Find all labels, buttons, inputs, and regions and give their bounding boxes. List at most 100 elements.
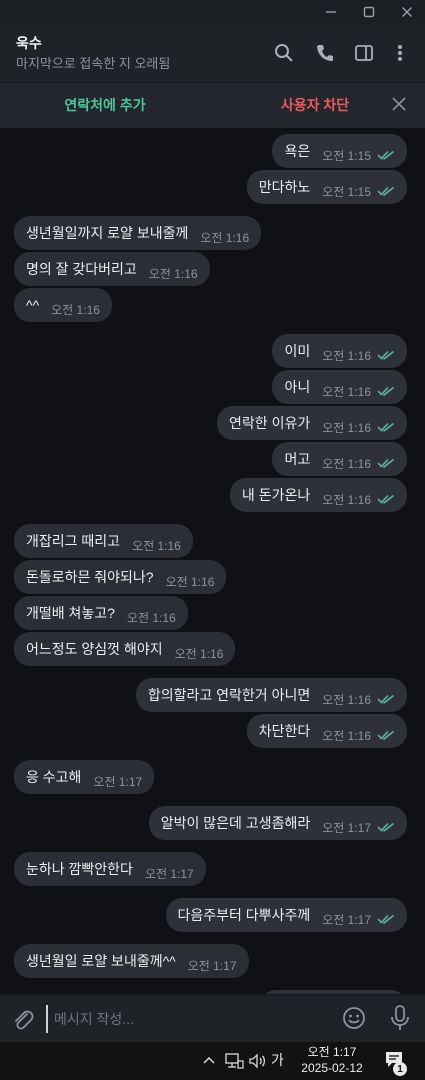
double-check-icon [377,822,395,832]
contact-action-bar: 연락처에 추가 사용자 차단 [0,82,425,128]
incoming-message-bubble[interactable]: 응 수고해 오전 1:17 [14,760,155,794]
notification-badge: 1 [393,1062,407,1076]
ime-indicator[interactable]: 가 [271,1050,284,1070]
outgoing-message-bubble[interactable]: 욕은 오전 1:15 [272,134,407,168]
message-text: 돈돌로하믄 줘야되나? [26,569,154,585]
message-list[interactable]: 욕은 오전 1:15 만다하노 오전 1:15 생년월일까지 로얄 보내줄께 오전 1:1… [0,128,425,1024]
incoming-message-bubble[interactable]: 개잡리그 때리고 오전 1:16 [14,524,193,558]
message-time: 오전 1:17 [93,774,143,789]
outgoing-message-bubble[interactable]: 연락한 이유가 오전 1:16 [217,406,407,440]
outgoing-message-bubble[interactable]: 차단한다 오전 1:16 [246,714,407,748]
message-time: 오전 1:16 [148,266,198,281]
message-input[interactable] [46,1005,326,1033]
outgoing-message-bubble[interactable]: 내 돈가온나 오전 1:16 [229,478,407,512]
clock-date[interactable]: 2025-02-12 [290,1061,374,1075]
message-text: 머고 [284,451,311,467]
message-time: 오전 1:16 [322,692,371,707]
add-contact-button[interactable]: 연락처에 추가 [0,95,210,115]
message-text: 아니 [284,379,311,395]
message-time: 오전 1:16 [126,610,176,625]
double-check-icon [377,458,395,468]
outgoing-message-bubble[interactable]: 만다하노 오전 1:15 [246,170,407,204]
incoming-message-bubble[interactable]: ^^ 오전 1:16 [14,288,112,322]
message-text: 연락한 이유가 [229,415,311,431]
emoji-icon[interactable] [341,1005,369,1033]
chevron-up-icon[interactable] [200,1052,218,1070]
maximize-icon[interactable] [352,0,386,24]
message-text: 눈하나 깜빡안한다 [26,861,133,877]
message-time: 오전 1:17 [322,912,371,927]
message-text: 차단한다 [258,723,311,739]
message-text: 응 수고해 [26,769,82,785]
double-check-icon [377,350,395,360]
close-icon[interactable] [388,93,410,115]
outgoing-message-bubble[interactable]: 알박이 많은데 고생좀해라 오전 1:17 [148,806,407,840]
double-check-icon [377,186,395,196]
window-titlebar [0,0,425,24]
message-time: 오전 1:16 [322,348,371,363]
message-time: 오전 1:16 [132,538,181,553]
message-time: 오전 1:16 [200,230,250,245]
message-text: ^^ [26,297,40,313]
message-time: 오전 1:17 [187,958,237,973]
double-check-icon [377,150,395,160]
outgoing-message-bubble[interactable]: 다음주부터 다뿌사주께 오전 1:17 [165,898,407,932]
close-icon[interactable] [390,0,424,24]
message-time: 오전 1:16 [322,728,371,743]
double-check-icon [377,494,395,504]
message-text: 생년월일 로얄 보내줄께^^ [26,953,176,969]
message-time: 오전 1:16 [165,574,215,589]
double-check-icon [377,694,395,704]
outgoing-message-bubble[interactable]: 이미 오전 1:16 [272,334,407,368]
volume-icon[interactable] [248,1052,268,1070]
double-check-icon [377,422,395,432]
minimize-icon[interactable] [314,0,348,24]
message-text: 명의 잘 갖다버리고 [26,261,137,277]
message-text: 다음주부터 다뿌사주께 [177,907,311,923]
double-check-icon [377,914,395,924]
outgoing-message-bubble[interactable]: 머고 오전 1:16 [272,442,407,476]
message-text: 알박이 많은데 고생좀해라 [160,815,311,831]
message-time: 오전 1:16 [322,492,371,507]
message-text: 만다하노 [258,179,311,195]
incoming-message-bubble[interactable]: 돈돌로하믄 줘야되나? 오전 1:16 [14,560,227,594]
attach-icon[interactable] [10,1007,36,1033]
more-icon[interactable] [386,39,414,67]
incoming-message-bubble[interactable]: 명의 잘 갖다버리고 오전 1:16 [14,252,210,286]
outgoing-message-bubble[interactable]: 아니 오전 1:16 [272,370,407,404]
block-user-button[interactable]: 사용자 차단 [255,95,375,115]
double-check-icon [377,730,395,740]
outgoing-message-bubble[interactable]: 합의할라고 연락한거 아니면 오전 1:16 [135,678,407,712]
search-icon[interactable] [270,39,298,67]
message-time: 오전 1:17 [322,820,371,835]
message-time: 오전 1:16 [322,420,371,435]
incoming-message-bubble[interactable]: 생년월일 로얄 보내줄께^^ 오전 1:17 [14,944,249,978]
message-text: 개떨배 쳐놓고? [26,605,115,621]
message-time: 오전 1:16 [51,302,100,317]
message-time: 오전 1:17 [144,866,194,881]
message-text: 욕은 [284,143,311,159]
clock-time[interactable]: 오전 1:17 [290,1044,374,1060]
message-text: 생년월일까지 로얄 보내줄께 [26,225,189,241]
message-text: 합의할라고 연락한거 아니면 [147,687,311,703]
incoming-message-bubble[interactable]: 개떨배 쳐놓고? 오전 1:16 [14,596,188,630]
incoming-message-bubble[interactable]: 생년월일까지 로얄 보내줄께 오전 1:16 [14,216,262,250]
chat-header: 욱수 마지막으로 접속한 지 오래됨 [0,24,425,82]
double-check-icon [377,386,395,396]
message-text: 개잡리그 때리고 [26,533,121,549]
chat-title[interactable]: 욱수 [16,33,42,53]
incoming-message-bubble[interactable]: 눈하나 깜빡안한다 오전 1:17 [14,852,206,886]
message-time: 오전 1:16 [322,456,371,471]
message-time: 오전 1:15 [322,184,371,199]
message-text: 어느정도 양심껏 해야지 [26,641,163,657]
last-seen-status: 마지막으로 접속한 지 오래됨 [16,56,171,71]
message-text: 이미 [284,343,311,359]
message-time: 오전 1:16 [322,384,371,399]
taskbar: 가 오전 1:17 2025-02-12 1 [0,1042,425,1080]
sidebar-icon[interactable] [350,39,378,67]
incoming-message-bubble[interactable]: 어느정도 양심껏 해야지 오전 1:16 [14,632,236,666]
mic-icon[interactable] [386,1003,414,1033]
network-icon[interactable] [224,1052,244,1070]
composer-bar [0,994,425,1042]
phone-icon[interactable] [311,39,339,67]
